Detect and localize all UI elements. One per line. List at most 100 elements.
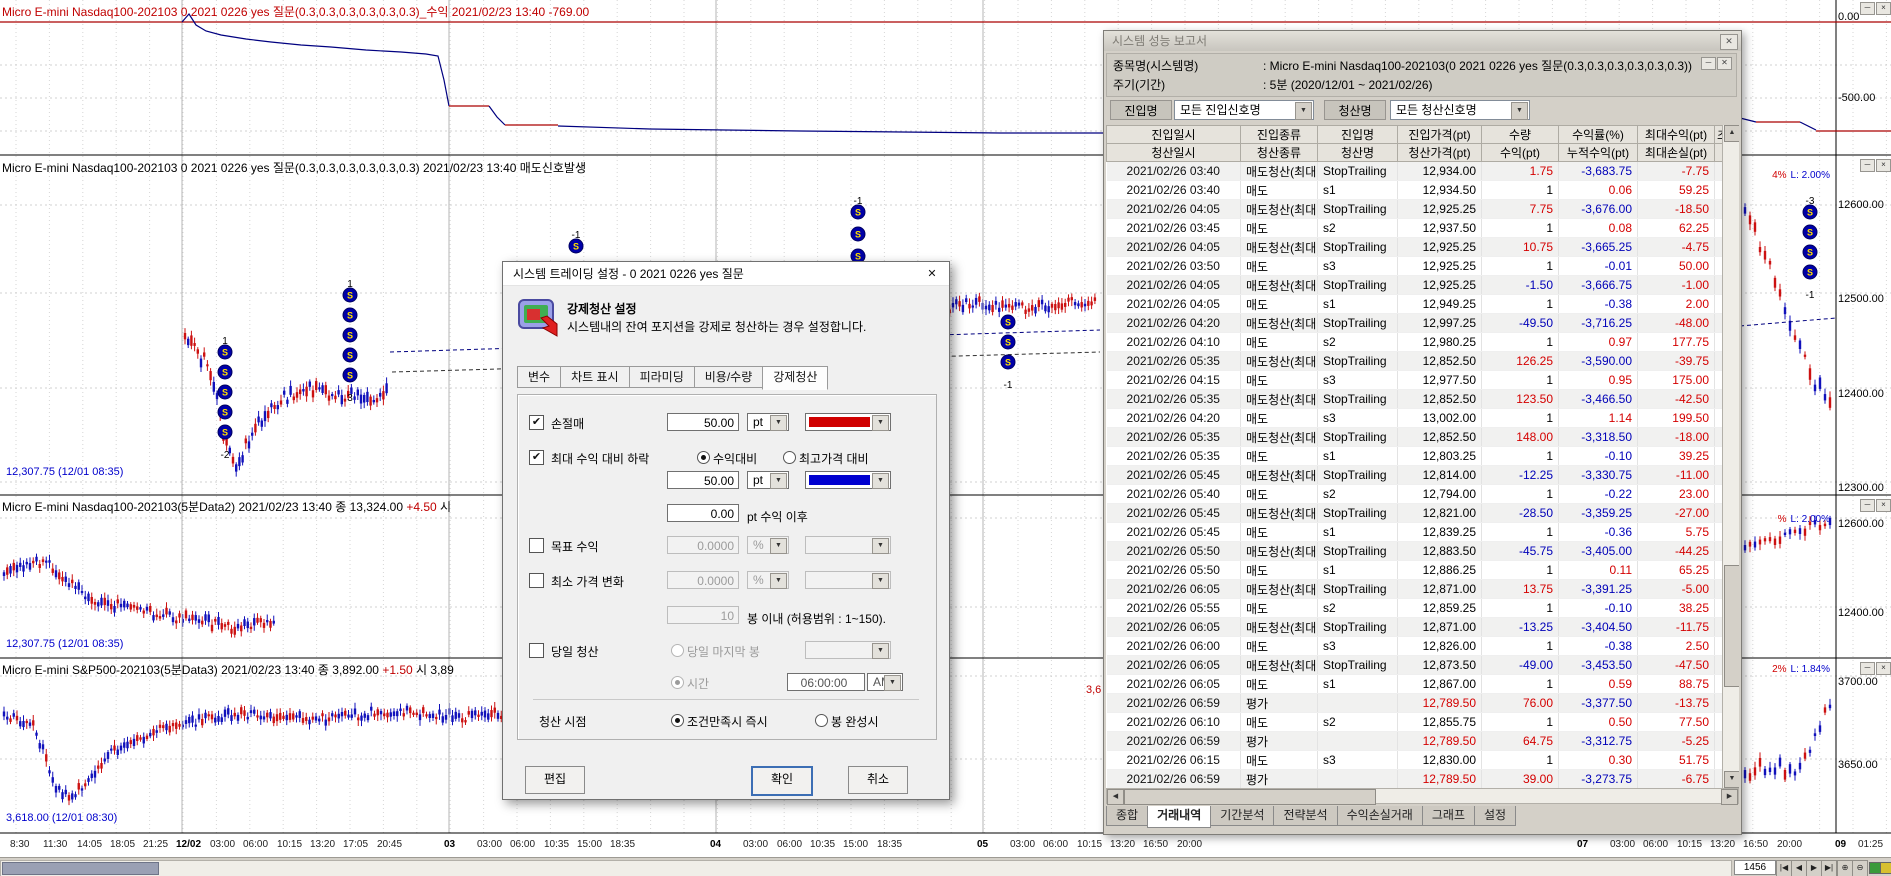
- min-change-input[interactable]: 0.0000: [667, 571, 739, 589]
- column-header[interactable]: 수익률(%): [1559, 126, 1638, 144]
- trade-row[interactable]: 2021/02/26 04:05매도청산(최대StopTrailing12,92…: [1107, 238, 1723, 257]
- trade-row[interactable]: 2021/02/26 04:05매도s112,949.251-0.382.00: [1107, 295, 1723, 314]
- pane1-close-icon[interactable]: ×: [1876, 2, 1891, 15]
- scroll-down-icon[interactable]: ▼: [1724, 771, 1739, 788]
- chevron-down-icon[interactable]: ▼: [872, 415, 889, 431]
- chevron-down-icon[interactable]: ▼: [872, 538, 889, 554]
- pane3-close-icon[interactable]: ×: [1876, 499, 1891, 512]
- pane2-minimize-icon[interactable]: ─: [1860, 159, 1875, 172]
- trade-row[interactable]: 2021/02/26 05:50매도s112,886.2510.1165.25: [1107, 561, 1723, 580]
- trade-row[interactable]: 2021/02/26 05:35매도청산(최대StopTrailing12,85…: [1107, 352, 1723, 371]
- trade-row[interactable]: 2021/02/26 03:40매도s112,934.5010.0659.25: [1107, 181, 1723, 200]
- ok-button[interactable]: 확인: [751, 766, 813, 796]
- stop-loss-color-select[interactable]: ▼: [805, 413, 891, 431]
- column-header[interactable]: 청산일시: [1107, 144, 1241, 162]
- column-header[interactable]: 진입종류: [1241, 126, 1318, 144]
- trade-row[interactable]: 2021/02/26 04:15매도s312,977.5010.95175.00: [1107, 371, 1723, 390]
- trade-row[interactable]: 2021/02/26 06:59평가12,789.5076.00-3,377.5…: [1107, 694, 1723, 713]
- scroll-up-icon[interactable]: ▲: [1724, 125, 1739, 142]
- scroll-left-button[interactable]: ◀: [1791, 860, 1807, 876]
- trade-row[interactable]: 2021/02/26 04:05매도청산(최대StopTrailing12,92…: [1107, 276, 1723, 295]
- trade-row[interactable]: 2021/02/26 04:20매도s313,002.0011.14199.50: [1107, 409, 1723, 428]
- dialog-tab-비용/수량[interactable]: 비용/수량: [694, 366, 764, 388]
- column-header[interactable]: 진입가격(pt): [1398, 126, 1482, 144]
- chevron-down-icon[interactable]: ▼: [770, 415, 787, 431]
- horizontal-scrollbar[interactable]: [0, 860, 1732, 876]
- column-header[interactable]: 청산명: [1318, 144, 1398, 162]
- zoom-in-icon[interactable]: ⊕: [1837, 860, 1853, 876]
- chevron-down-icon[interactable]: ▼: [872, 643, 889, 659]
- trade-row[interactable]: 2021/02/26 04:10매도s212,980.2510.97177.75: [1107, 333, 1723, 352]
- trade-row[interactable]: 2021/02/26 04:05매도청산(최대StopTrailing12,92…: [1107, 200, 1723, 219]
- time-axis[interactable]: 8:3011:3014:0518:0521:2512/0203:0006:001…: [0, 834, 1891, 857]
- high-price-base-radio[interactable]: [783, 451, 796, 464]
- dialog-tab-피라미딩[interactable]: 피라미딩: [629, 366, 695, 388]
- trade-row[interactable]: 2021/02/26 05:35매도s112,803.251-0.1039.25: [1107, 447, 1723, 466]
- column-header[interactable]: 최대수익(pt): [1638, 126, 1715, 144]
- scrollbar-thumb[interactable]: [1724, 565, 1739, 687]
- scrollbar-thumb[interactable]: [2, 862, 159, 875]
- chevron-down-icon[interactable]: ▼: [770, 573, 787, 589]
- report-tab-종합[interactable]: 종합: [1106, 806, 1148, 826]
- chevron-down-icon[interactable]: ▼: [1511, 102, 1528, 120]
- bar-complete-radio[interactable]: [815, 714, 828, 727]
- trade-row[interactable]: 2021/02/26 06:10매도s212,855.7510.5077.50: [1107, 713, 1723, 732]
- pane1-minimize-icon[interactable]: ─: [1860, 2, 1875, 15]
- trade-row[interactable]: 2021/02/26 03:50매도s312,925.251-0.0150.00: [1107, 257, 1723, 276]
- eod-exit-checkbox[interactable]: [529, 643, 544, 658]
- pane4-close-icon[interactable]: ×: [1876, 662, 1891, 675]
- column-header[interactable]: 진입일시: [1107, 126, 1241, 144]
- trailing-input[interactable]: 50.00: [667, 471, 739, 489]
- report-tab-수익손실거래[interactable]: 수익손실거래: [1337, 806, 1423, 826]
- scroll-right-button[interactable]: ▶: [1806, 860, 1822, 876]
- scroll-right-icon[interactable]: ▶: [1721, 789, 1738, 805]
- dialog-tab-변수[interactable]: 변수: [517, 366, 561, 388]
- trade-row[interactable]: 2021/02/26 06:05매도청산(최대StopTrailing12,87…: [1107, 656, 1723, 675]
- trade-row[interactable]: 2021/02/26 05:35매도청산(최대StopTrailing12,85…: [1107, 428, 1723, 447]
- bars-input[interactable]: 10: [667, 606, 739, 624]
- report-tab-설정[interactable]: 설정: [1474, 806, 1516, 826]
- dialog-tab-강제청산[interactable]: 강제청산: [762, 366, 828, 390]
- stop-loss-input[interactable]: 50.00: [667, 413, 739, 431]
- pane4-minimize-icon[interactable]: ─: [1860, 662, 1875, 675]
- column-header[interactable]: 수익(pt): [1482, 144, 1559, 162]
- trade-row[interactable]: 2021/02/26 06:59평가12,789.5064.75-3,312.7…: [1107, 732, 1723, 751]
- target-profit-checkbox[interactable]: [529, 538, 544, 553]
- time-radio[interactable]: [671, 676, 684, 689]
- report-tab-거래내역[interactable]: 거래내역: [1147, 806, 1211, 828]
- time-input[interactable]: 06:00:00: [787, 673, 865, 691]
- trade-row[interactable]: 2021/02/26 06:15매도s312,830.0010.3051.75: [1107, 751, 1723, 770]
- trade-row[interactable]: 2021/02/26 06:05매도청산(최대StopTrailing12,87…: [1107, 618, 1723, 637]
- zoom-out-icon[interactable]: ⊖: [1852, 860, 1868, 876]
- scroll-end-button[interactable]: ▶|: [1821, 860, 1837, 876]
- scroll-left-icon[interactable]: ◀: [1107, 789, 1124, 805]
- trade-row[interactable]: 2021/02/26 04:20매도청산(최대StopTrailing12,99…: [1107, 314, 1723, 333]
- scroll-start-button[interactable]: |◀: [1776, 860, 1792, 876]
- trade-row[interactable]: 2021/02/26 06:05매도s112,867.0010.5988.75: [1107, 675, 1723, 694]
- trailing-color-select[interactable]: ▼: [805, 471, 891, 489]
- info-minimize-icon[interactable]: ─: [1701, 57, 1716, 70]
- report-tab-전략분석[interactable]: 전략분석: [1273, 806, 1337, 826]
- trailing-checkbox[interactable]: ✔: [529, 450, 544, 465]
- min-change-checkbox[interactable]: [529, 573, 544, 588]
- trade-row[interactable]: 2021/02/26 05:45매도청산(최대StopTrailing12,81…: [1107, 466, 1723, 485]
- target-profit-unit-select[interactable]: %▼: [747, 536, 789, 554]
- immediate-radio[interactable]: [671, 714, 684, 727]
- column-header[interactable]: 청산가격(pt): [1398, 144, 1482, 162]
- report-tab-기간분석[interactable]: 기간분석: [1210, 806, 1274, 826]
- pane3-minimize-icon[interactable]: ─: [1860, 499, 1875, 512]
- scrollbar-thumb[interactable]: [1124, 789, 1376, 805]
- column-header[interactable]: 수량: [1482, 126, 1559, 144]
- column-header[interactable]: 누적수익(pt): [1559, 144, 1638, 162]
- tool-icon-yellow[interactable]: [1880, 862, 1891, 874]
- dialog-tab-차트 표시[interactable]: 차트 표시: [560, 366, 630, 388]
- trade-row[interactable]: 2021/02/26 03:45매도s212,937.5010.0862.25: [1107, 219, 1723, 238]
- table-vertical-scrollbar[interactable]: ▲ ▼: [1722, 125, 1739, 788]
- target-profit-color-select[interactable]: ▼: [805, 536, 891, 554]
- info-close-icon[interactable]: ✕: [1717, 57, 1732, 70]
- chevron-down-icon[interactable]: ▼: [1295, 102, 1312, 120]
- min-change-color-select[interactable]: ▼: [805, 571, 891, 589]
- min-change-unit-select[interactable]: %▼: [747, 571, 789, 589]
- column-header[interactable]: 최대손실(pt): [1638, 144, 1715, 162]
- report-close-icon[interactable]: ✕: [1720, 34, 1738, 50]
